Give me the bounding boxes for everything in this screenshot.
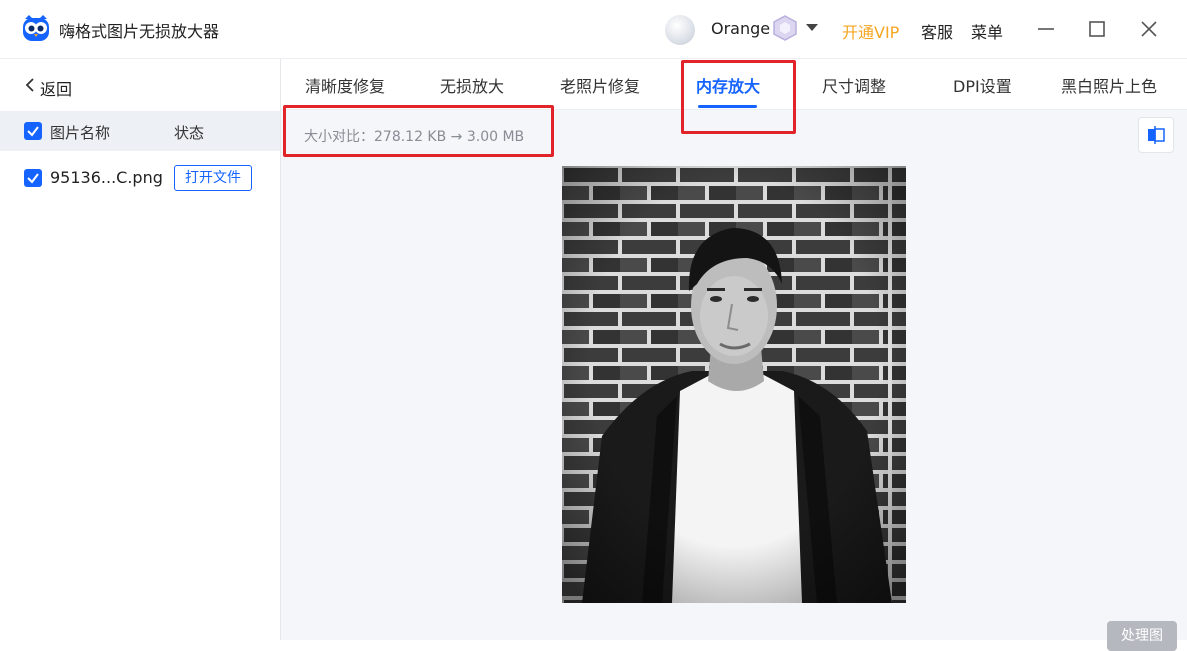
minimize-icon[interactable]: [1031, 14, 1061, 44]
tab-lossless-enlarge[interactable]: 无损放大: [440, 73, 504, 97]
annotation-box-size-compare: [283, 105, 554, 157]
column-header-name: 图片名称: [50, 124, 111, 142]
list-item[interactable]: 95136...C.png 打开文件: [0, 159, 280, 199]
process-image-button[interactable]: 处理图: [1107, 621, 1177, 651]
tab-clarity-repair[interactable]: 清晰度修复: [305, 73, 385, 97]
file-list-header: 图片名称 状态: [0, 111, 280, 151]
split-compare-icon: [1148, 126, 1165, 144]
owl-logo-icon: [23, 15, 49, 41]
app-title: 嗨格式图片无损放大器: [59, 22, 220, 41]
title-bar: 嗨格式图片无损放大器 Orange 开通VIP 客服 菜单: [0, 0, 1187, 59]
preview-photo: [562, 166, 906, 603]
back-label: 返回: [40, 80, 73, 99]
open-file-button[interactable]: 打开文件: [174, 165, 252, 191]
username[interactable]: Orange: [711, 19, 770, 38]
customer-service-link[interactable]: 客服: [921, 19, 953, 43]
check-icon: [27, 173, 39, 184]
column-header-status: 状态: [174, 124, 205, 142]
file-sidebar: 返回 图片名称 状态 95136...C.png 打开文件: [0, 59, 281, 640]
tab-dpi-settings[interactable]: DPI设置: [953, 73, 1012, 97]
select-all-checkbox[interactable]: [24, 122, 42, 140]
chevron-left-icon: [25, 78, 34, 92]
vip-badge-icon: [773, 15, 797, 41]
check-icon: [27, 126, 39, 137]
open-vip-link[interactable]: 开通VIP: [842, 19, 899, 43]
compare-view-button[interactable]: [1138, 117, 1174, 153]
annotation-box-active-tab: [681, 60, 796, 134]
account-dropdown-icon[interactable]: [806, 24, 818, 31]
menu-link[interactable]: 菜单: [971, 19, 1003, 43]
tab-colorize-bw[interactable]: 黑白照片上色: [1061, 73, 1157, 97]
maximize-icon[interactable]: [1082, 14, 1112, 44]
tab-size-adjust[interactable]: 尺寸调整: [822, 73, 886, 97]
tab-old-photo-repair[interactable]: 老照片修复: [560, 73, 640, 97]
close-icon[interactable]: [1134, 14, 1164, 44]
file-checkbox[interactable]: [24, 169, 42, 187]
user-avatar[interactable]: [665, 15, 695, 45]
file-name: 95136...C.png: [50, 168, 163, 187]
